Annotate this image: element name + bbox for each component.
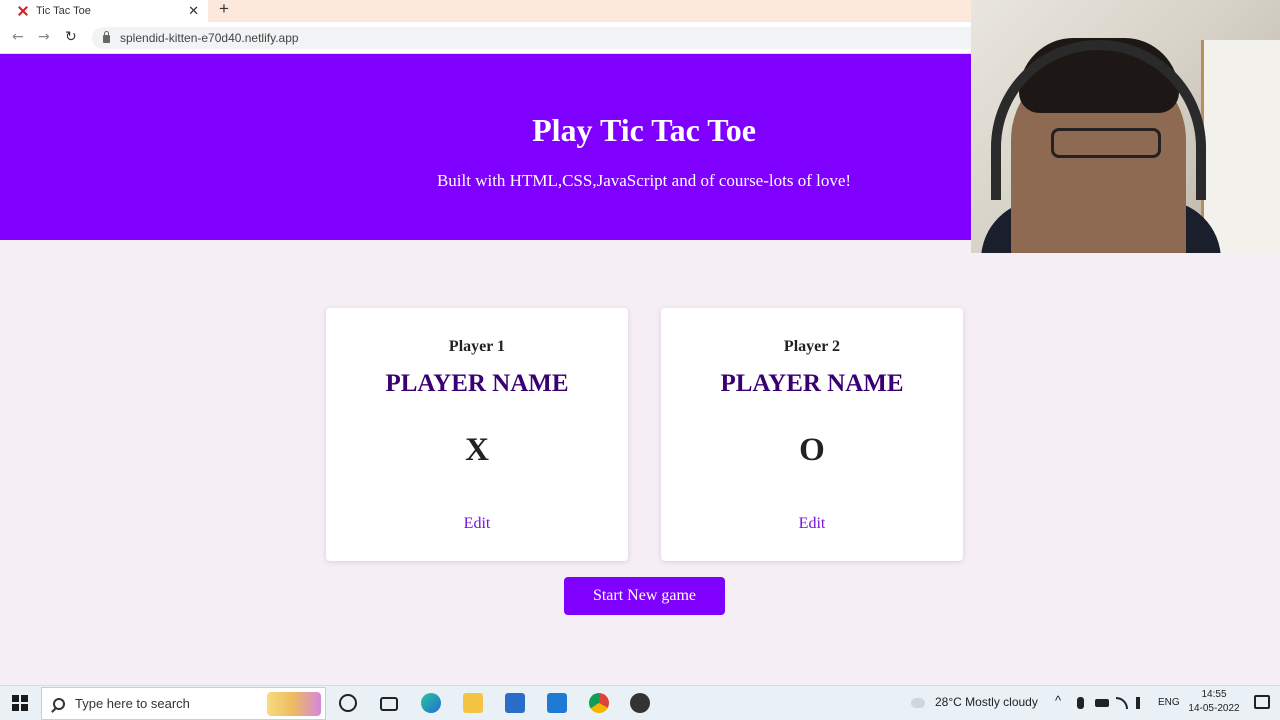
file-explorer-icon[interactable] [463, 693, 483, 713]
weather-text[interactable]: 28°C Mostly cloudy [935, 695, 1038, 709]
back-icon[interactable]: ← [12, 29, 24, 45]
taskbar-search-input[interactable]: Type here to search [41, 687, 326, 720]
address-bar: ← → ↻ splendid-kitten-e70d40.netlify.app [0, 22, 971, 54]
player-label: Player 1 [448, 338, 506, 355]
clock-date: 14-05-2022 [1188, 703, 1240, 714]
mail-icon[interactable] [547, 693, 567, 713]
url-field[interactable]: splendid-kitten-e70d40.netlify.app [92, 27, 971, 49]
windows-start-icon[interactable] [12, 695, 28, 711]
player-card-1: Player 1 PLAYER NAME X Edit [326, 308, 628, 561]
player-label: Player 2 [783, 338, 841, 355]
start-new-game-button[interactable]: Start New game [564, 577, 725, 615]
page-header: Play Tic Tac Toe Built with HTML,CSS,Jav… [0, 54, 971, 240]
reload-icon[interactable]: ↻ [65, 29, 77, 45]
obs-icon[interactable] [630, 693, 650, 713]
cortana-icon[interactable] [339, 694, 357, 712]
clock-time: 14:55 [1201, 689, 1227, 700]
webcam-background-shelf [1201, 40, 1280, 253]
browser-tabbar: Tic Tac Toe ✕ + [0, 0, 971, 22]
microphone-icon[interactable] [1077, 697, 1084, 709]
browser-tab[interactable]: Tic Tac Toe ✕ [0, 0, 208, 22]
tab-close-icon[interactable]: ✕ [188, 3, 199, 19]
volume-icon[interactable] [1136, 697, 1148, 709]
search-highlight-icon [267, 692, 321, 716]
player-symbol: X [465, 432, 489, 468]
player-symbol: O [799, 432, 825, 468]
chrome-icon[interactable] [589, 693, 609, 713]
tab-title: Tic Tac Toe [36, 5, 91, 17]
search-icon [53, 697, 65, 710]
taskbar-clock[interactable]: 14:55 14-05-2022 [1186, 688, 1242, 716]
wifi-icon[interactable] [1116, 697, 1128, 709]
weather-icon [911, 698, 925, 708]
microsoft-store-icon[interactable] [505, 693, 525, 713]
tab-favicon-icon [17, 5, 29, 17]
edge-browser-icon[interactable] [421, 693, 441, 713]
tray-expand-icon[interactable]: ^ [1055, 693, 1061, 708]
search-placeholder: Type here to search [75, 696, 190, 711]
forward-icon[interactable]: → [38, 29, 50, 45]
battery-icon[interactable] [1095, 699, 1109, 707]
language-indicator[interactable]: ENG [1158, 697, 1180, 708]
player-name: PLAYER NAME [720, 370, 904, 397]
player-name: PLAYER NAME [385, 370, 569, 397]
player-card-2: Player 2 PLAYER NAME O Edit [661, 308, 963, 561]
edit-player-1-button[interactable]: Edit [464, 515, 491, 533]
notification-icon[interactable] [1254, 695, 1270, 709]
headset-icon [991, 40, 1206, 200]
lock-icon [103, 31, 110, 43]
new-tab-button[interactable]: + [219, 0, 229, 18]
task-view-icon[interactable] [380, 697, 398, 711]
windows-taskbar: Type here to search 28°C Mostly cloudy ^… [0, 685, 1280, 720]
webcam-overlay [971, 0, 1280, 253]
edit-player-2-button[interactable]: Edit [799, 515, 826, 533]
url-text: splendid-kitten-e70d40.netlify.app [120, 31, 299, 45]
